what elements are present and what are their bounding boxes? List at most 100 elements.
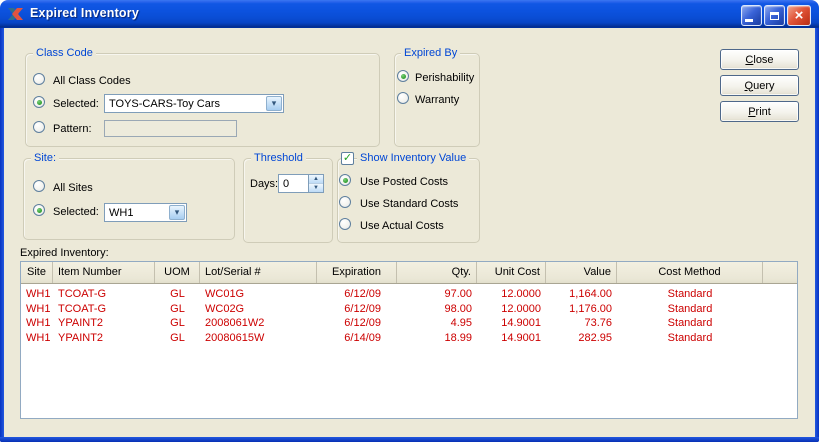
all-class-codes-label: All Class Codes <box>53 75 131 87</box>
query-button[interactable]: Query <box>720 75 799 96</box>
maximize-button[interactable] <box>764 5 785 26</box>
cell-lot-serial: 2008061W2 <box>205 317 265 329</box>
cell-site: WH1 <box>26 317 51 329</box>
use-standard-costs-radio[interactable] <box>339 196 351 208</box>
cell-uom: GL <box>170 288 185 300</box>
cell-expiration: 6/14/09 <box>344 331 381 344</box>
column-header-qty[interactable]: Qty. <box>397 262 477 283</box>
expired-by-group-title: Expired By <box>401 47 461 59</box>
cell-cost-method: Standard <box>667 288 713 300</box>
column-header-uom[interactable]: UOM <box>155 262 200 283</box>
cell-lot-serial: WC02G <box>205 302 245 315</box>
cell-unit-cost: 14.9001 <box>501 331 541 344</box>
use-standard-costs-label: Use Standard Costs <box>360 198 459 210</box>
site-group-title: Site: <box>31 152 60 164</box>
cell-qty: 98.00 <box>444 302 472 315</box>
all-sites-radio[interactable] <box>33 180 45 192</box>
cell-value: 1,176.00 <box>569 302 612 315</box>
column-header-value[interactable]: Value <box>546 262 617 283</box>
close-button[interactable]: Close <box>720 49 799 70</box>
warranty-radio[interactable] <box>397 92 409 104</box>
class-code-combo[interactable]: TOYS-CARS-Toy Cars ▾ <box>104 94 284 113</box>
all-sites-label: All Sites <box>53 182 93 194</box>
app-icon <box>8 8 23 20</box>
cell-value: 73.76 <box>584 317 612 329</box>
column-header-expiration[interactable]: Expiration <box>317 262 397 283</box>
titlebar[interactable]: Expired Inventory × <box>0 0 819 28</box>
class-code-group-title: Class Code <box>33 47 96 59</box>
cell-uom: GL <box>170 331 185 344</box>
cell-unit-cost: 12.0000 <box>501 288 541 300</box>
table-label: Expired Inventory: <box>20 247 109 259</box>
print-button[interactable]: Print <box>720 101 799 122</box>
class-code-pattern-label: Pattern: <box>53 123 92 135</box>
window-border-left <box>0 28 4 442</box>
minimize-icon <box>745 18 753 22</box>
column-header-lot-serial[interactable]: Lot/Serial # <box>200 262 317 283</box>
days-label: Days: <box>250 178 279 190</box>
use-posted-costs-radio[interactable] <box>339 174 351 186</box>
all-class-codes-radio[interactable] <box>33 73 45 85</box>
cell-value: 282.95 <box>578 331 612 344</box>
inventory-value-group-title: Show Inventory Value <box>357 152 470 164</box>
spin-up-icon[interactable]: ▲ <box>309 175 323 183</box>
perishability-label: Perishability <box>415 72 475 84</box>
class-code-combo-value: TOYS-CARS-Toy Cars <box>109 97 221 110</box>
site-group <box>23 158 235 240</box>
chevron-down-icon[interactable]: ▾ <box>266 96 282 111</box>
cell-uom: GL <box>170 317 185 329</box>
cell-unit-cost: 12.0000 <box>501 302 541 315</box>
class-code-pattern-radio[interactable] <box>33 121 45 133</box>
warranty-label: Warranty <box>415 94 460 106</box>
cell-expiration: 6/12/09 <box>344 317 381 329</box>
cell-cost-method: Standard <box>667 331 713 344</box>
cell-site: WH1 <box>26 331 51 344</box>
cell-cost-method: Standard <box>667 317 713 329</box>
class-code-selected-radio[interactable] <box>33 96 45 108</box>
cell-qty: 4.95 <box>450 317 472 329</box>
table-row[interactable]: WH1 YPAINT2 GL 20080615W 6/14/09 18.99 1… <box>21 331 797 346</box>
table-row[interactable]: WH1 TCOAT-G GL WC01G 6/12/09 97.00 12.00… <box>21 287 797 302</box>
expired-inventory-dialog: Expired Inventory × Class Code All Class… <box>0 0 819 442</box>
table-body: WH1 TCOAT-G GL WC01G 6/12/09 97.00 12.00… <box>21 284 797 345</box>
cell-site: WH1 <box>26 302 51 315</box>
cell-item-number: YPAINT2 <box>58 331 104 344</box>
column-header-cost-method[interactable]: Cost Method <box>617 262 763 283</box>
use-actual-costs-label: Use Actual Costs <box>360 220 444 232</box>
cell-expiration: 6/12/09 <box>344 288 381 300</box>
perishability-radio[interactable] <box>397 70 409 82</box>
cell-lot-serial: WC01G <box>205 288 245 300</box>
window-border-right <box>815 28 819 442</box>
close-icon: × <box>794 7 804 24</box>
cell-expiration: 6/12/09 <box>344 302 381 315</box>
days-value: 0 <box>283 178 290 190</box>
column-header-site[interactable]: Site <box>21 262 53 283</box>
use-actual-costs-radio[interactable] <box>339 218 351 230</box>
cell-item-number: TCOAT-G <box>58 288 107 300</box>
close-window-button[interactable]: × <box>787 5 811 26</box>
chevron-down-icon[interactable]: ▾ <box>169 205 185 220</box>
cell-uom: GL <box>170 302 185 315</box>
threshold-group <box>243 158 333 243</box>
spin-down-icon[interactable]: ▼ <box>309 183 323 192</box>
show-inventory-value-checkbox[interactable]: ✓ <box>341 152 354 165</box>
site-selected-radio[interactable] <box>33 204 45 216</box>
table-row[interactable]: WH1 YPAINT2 GL 2008061W2 6/12/09 4.95 14… <box>21 316 797 331</box>
window-border-bottom <box>0 437 819 442</box>
window-title: Expired Inventory <box>30 6 139 20</box>
minimize-button[interactable] <box>741 5 762 26</box>
maximize-icon <box>770 11 779 20</box>
pattern-input[interactable] <box>104 120 237 137</box>
table-row[interactable]: WH1 TCOAT-G GL WC02G 6/12/09 98.00 12.00… <box>21 302 797 317</box>
column-header-item-number[interactable]: Item Number <box>53 262 155 283</box>
cell-qty: 97.00 <box>444 288 472 300</box>
use-posted-costs-label: Use Posted Costs <box>360 176 449 188</box>
days-spinner[interactable]: 0 ▲ ▼ <box>278 174 324 193</box>
site-combo[interactable]: WH1 ▾ <box>104 203 187 222</box>
cell-qty: 18.99 <box>444 331 472 344</box>
cell-item-number: TCOAT-G <box>58 302 107 315</box>
cell-lot-serial: 20080615W <box>205 331 265 344</box>
cell-value: 1,164.00 <box>569 288 612 300</box>
column-header-unit-cost[interactable]: Unit Cost <box>477 262 546 283</box>
site-combo-value: WH1 <box>109 206 134 219</box>
